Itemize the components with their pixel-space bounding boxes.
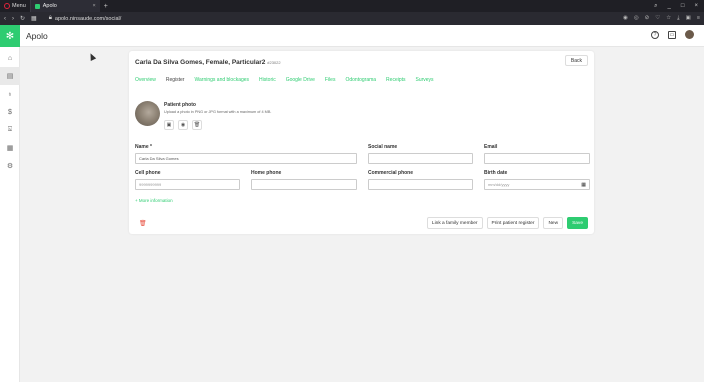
patient-photo [135, 101, 160, 126]
finance-icon[interactable]: $ [0, 103, 20, 121]
snapshot-icon[interactable]: ▣ [686, 15, 691, 22]
link-family-button[interactable]: Link a family member [426, 217, 483, 229]
tabs-grid-icon[interactable]: ▦ [31, 15, 37, 22]
home-phone-input[interactable] [251, 179, 357, 190]
close-window-button[interactable]: × [694, 3, 698, 10]
new-button[interactable]: New [543, 217, 564, 229]
patient-card: Carla Da Silva Gomes, Female, Particular… [129, 51, 594, 234]
tab-favicon-icon [34, 3, 40, 9]
tab-register[interactable]: Register [166, 77, 185, 83]
help-icon[interactable]: ? [651, 30, 659, 39]
patient-name: Carla Da Silva Gomes, Female, Particular… [135, 59, 266, 66]
tab-close-icon[interactable]: × [93, 3, 96, 9]
camera-icon[interactable]: ◉ [623, 15, 628, 22]
app-header: ✻ Apolo ? ▭ [0, 25, 704, 47]
vpn-icon[interactable]: ◎ [634, 15, 639, 22]
delete-patient-icon[interactable]: 🗑︎ [139, 220, 147, 227]
tab-odontograma[interactable]: Odontograma [345, 77, 376, 83]
address-field[interactable]: 🔒︎ apolo.ninsaude.com/social/ [49, 15, 122, 22]
header-icons: ? ▭ [651, 30, 694, 39]
patient-title: Carla Da Silva Gomes, Female, Particular… [135, 59, 281, 66]
browser-urlbar: ‹ › ↻ ▦ 🔒︎ apolo.ninsaude.com/social/ ◉ … [0, 12, 704, 25]
download-icon[interactable]: ⤓ [677, 15, 679, 22]
home-icon[interactable]: ⌂ [0, 49, 20, 67]
inventory-icon[interactable]: ⌺ [0, 121, 20, 139]
opera-logo-icon [4, 3, 10, 9]
home-phone-label: Home phone [251, 170, 282, 176]
calendar-picker-icon[interactable]: ▦ [581, 182, 586, 188]
name-input[interactable]: Carla Da Silva Gomes [135, 153, 357, 164]
browser-tabbar: Menu Apolo × + ⌕ _ □ × [0, 0, 704, 12]
bookmark-icon[interactable]: ☆ [666, 15, 671, 22]
commercial-phone-input[interactable] [368, 179, 473, 190]
save-button[interactable]: Save [567, 217, 588, 229]
tab-historic[interactable]: Historic [259, 77, 276, 83]
sidebar: ⌂ ▤ ♁ $ ⌺ ▦ ⚙ [0, 47, 20, 382]
browser-tab-title: Apolo [42, 3, 57, 9]
tab-receipts[interactable]: Receipts [386, 77, 405, 83]
tab-google-drive[interactable]: Google Drive [286, 77, 315, 83]
back-nav-icon[interactable]: ‹ [4, 16, 6, 22]
cell-phone-input[interactable]: 9999999999 [135, 179, 240, 190]
print-register-button[interactable]: Print patient register [486, 217, 540, 229]
cell-phone-label: Cell phone [135, 170, 161, 176]
birth-date-placeholder: mm/dd/yyyy [488, 182, 510, 187]
more-information-link[interactable]: + More information [135, 198, 173, 203]
extensions-icon[interactable]: ≡ [697, 15, 700, 22]
tab-overview[interactable]: Overview [135, 77, 156, 83]
name-label: Name * [135, 144, 152, 150]
url-text: apolo.ninsaude.com/social/ [54, 15, 122, 22]
lock-icon: 🔒︎ [48, 15, 52, 21]
social-name-input[interactable] [368, 153, 473, 164]
window-controls: ⌕ _ □ × [654, 3, 704, 10]
app-logo-icon[interactable]: ✻ [0, 25, 20, 47]
mouse-cursor-icon [87, 52, 97, 61]
photo-buttons: ▣ ◉ 🗑︎ [164, 120, 202, 130]
photo-title: Patient photo [164, 102, 196, 108]
browser-menu-button[interactable]: Menu [0, 0, 30, 12]
urlbar-extensions: ◉ ◎ ⊘ ♡ ☆ ⤓ ▣ ≡ [623, 15, 700, 22]
social-name-label: Social name [368, 144, 398, 150]
reload-icon[interactable]: ↻ [20, 15, 25, 22]
email-label: Email [484, 144, 498, 150]
tab-warnings[interactable]: Warnings and blockages [194, 77, 249, 83]
adblock-icon[interactable]: ⊘ [645, 15, 650, 22]
commercial-phone-label: Commercial phone [368, 170, 414, 176]
browser-menu-label: Menu [12, 3, 26, 9]
search-tabs-icon[interactable]: ⌕ [654, 3, 657, 10]
delete-photo-icon[interactable]: 🗑︎ [192, 120, 202, 130]
reports-icon[interactable]: ▦ [0, 139, 20, 157]
photo-help-text: Upload a photo in PNG or JPG format with… [164, 110, 272, 114]
new-tab-button[interactable]: + [104, 3, 108, 10]
camera-capture-icon[interactable]: ◉ [178, 120, 188, 130]
patient-tabs: Overview Register Warnings and blockages… [135, 77, 434, 83]
form-actions: Link a family member Print patient regis… [426, 217, 588, 229]
birth-date-label: Birth date [484, 170, 508, 176]
app-title: Apolo [26, 31, 48, 41]
heart-icon[interactable]: ♡ [655, 15, 660, 22]
chat-icon[interactable]: ▭ [668, 30, 676, 39]
tab-surveys[interactable]: Surveys [416, 77, 434, 83]
patient-id-badge: #23022 [267, 60, 281, 65]
forward-nav-icon[interactable]: › [12, 16, 14, 22]
birth-date-input[interactable]: mm/dd/yyyy ▦ [484, 179, 590, 190]
settings-gear-icon[interactable]: ⚙ [0, 157, 20, 175]
user-avatar[interactable] [685, 30, 694, 39]
back-button[interactable]: Back [564, 55, 588, 66]
maximize-button[interactable]: □ [681, 3, 685, 10]
minimize-button[interactable]: _ [668, 3, 671, 10]
browser-tab[interactable]: Apolo × [29, 0, 100, 12]
upload-image-icon[interactable]: ▣ [164, 120, 174, 130]
tab-files[interactable]: Files [325, 77, 336, 83]
calendar-icon[interactable]: ▤ [0, 67, 20, 85]
stethoscope-icon[interactable]: ♁ [0, 85, 20, 103]
email-input[interactable] [484, 153, 590, 164]
